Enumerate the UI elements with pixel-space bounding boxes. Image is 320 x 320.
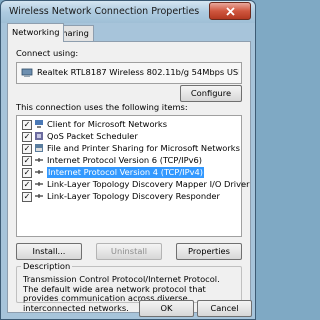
list-item[interactable]: ✓ Link-Layer Topology Discovery Mapper I…: [19, 179, 250, 190]
networking-panel: Connect using: Realtek RTL8187 Wireless …: [7, 41, 251, 313]
list-item-label: QoS Packet Scheduler: [47, 131, 138, 141]
list-item-label: Internet Protocol Version 4 (TCP/IPv4): [47, 167, 205, 178]
description-title: Description: [21, 261, 73, 271]
list-item[interactable]: ✓ Internet Protocol Version 4 (TCP/IPv4): [19, 167, 237, 178]
tab-networking[interactable]: Networking: [7, 23, 65, 42]
checkbox[interactable]: ✓: [22, 180, 32, 190]
list-item-label: File and Printer Sharing for Microsoft N…: [47, 143, 240, 153]
list-item[interactable]: ✓ Client for Microsoft Networks: [19, 119, 237, 130]
properties-button[interactable]: Properties: [176, 243, 242, 260]
checkbox[interactable]: ✓: [22, 132, 32, 142]
list-item[interactable]: ✓ File and Printer Sharing for Microsoft…: [19, 143, 240, 154]
list-item-label: Internet Protocol Version 6 (TCP/IPv6): [47, 155, 203, 165]
ok-button[interactable]: OK: [139, 300, 194, 317]
properties-dialog: Wireless Network Connection Properties N…: [0, 0, 256, 320]
list-item-label: Link-Layer Topology Discovery Mapper I/O…: [47, 179, 250, 189]
protocol-icon: [35, 194, 43, 198]
cancel-button[interactable]: Cancel: [197, 300, 252, 317]
description-group: Description Transmission Control Protoco…: [16, 261, 242, 312]
file-printer-sharing-icon: [35, 144, 43, 152]
list-item-label: Link-Layer Topology Discovery Responder: [47, 191, 220, 201]
connect-using-label: Connect using:: [16, 48, 79, 58]
uninstall-button[interactable]: Uninstall: [96, 243, 162, 260]
title-bar[interactable]: Wireless Network Connection Properties: [1, 1, 255, 23]
install-button[interactable]: Install...: [16, 243, 82, 260]
adapter-name: Realtek RTL8187 Wireless 802.11b/g 54Mbp…: [37, 67, 239, 77]
checkbox[interactable]: ✓: [22, 144, 32, 154]
adapter-field: Realtek RTL8187 Wireless 802.11b/g 54Mbp…: [16, 62, 242, 84]
list-item[interactable]: ✓ Internet Protocol Version 6 (TCP/IPv6): [19, 155, 237, 166]
list-item-label: Client for Microsoft Networks: [47, 119, 168, 129]
checkbox[interactable]: ✓: [22, 156, 32, 166]
checkbox[interactable]: ✓: [22, 168, 32, 178]
close-button[interactable]: [209, 2, 251, 20]
qos-icon: [35, 132, 43, 140]
configure-button[interactable]: Configure: [180, 85, 242, 102]
protocol-icon: [35, 170, 43, 174]
protocol-icon: [35, 158, 43, 162]
list-item[interactable]: ✓ Link-Layer Topology Discovery Responde…: [19, 191, 237, 202]
checkbox[interactable]: ✓: [22, 192, 32, 202]
close-icon: [225, 6, 235, 16]
network-adapter-icon: [21, 68, 33, 77]
window-title: Wireless Network Connection Properties: [9, 6, 200, 17]
protocol-icon: [35, 182, 43, 186]
network-client-icon: [35, 120, 43, 128]
list-item[interactable]: ✓ QoS Packet Scheduler: [19, 131, 237, 142]
items-label: This connection uses the following items…: [16, 102, 188, 112]
checkbox[interactable]: ✓: [22, 120, 32, 130]
components-list: ✓ Client for Microsoft Networks ✓ QoS Pa…: [16, 115, 250, 237]
